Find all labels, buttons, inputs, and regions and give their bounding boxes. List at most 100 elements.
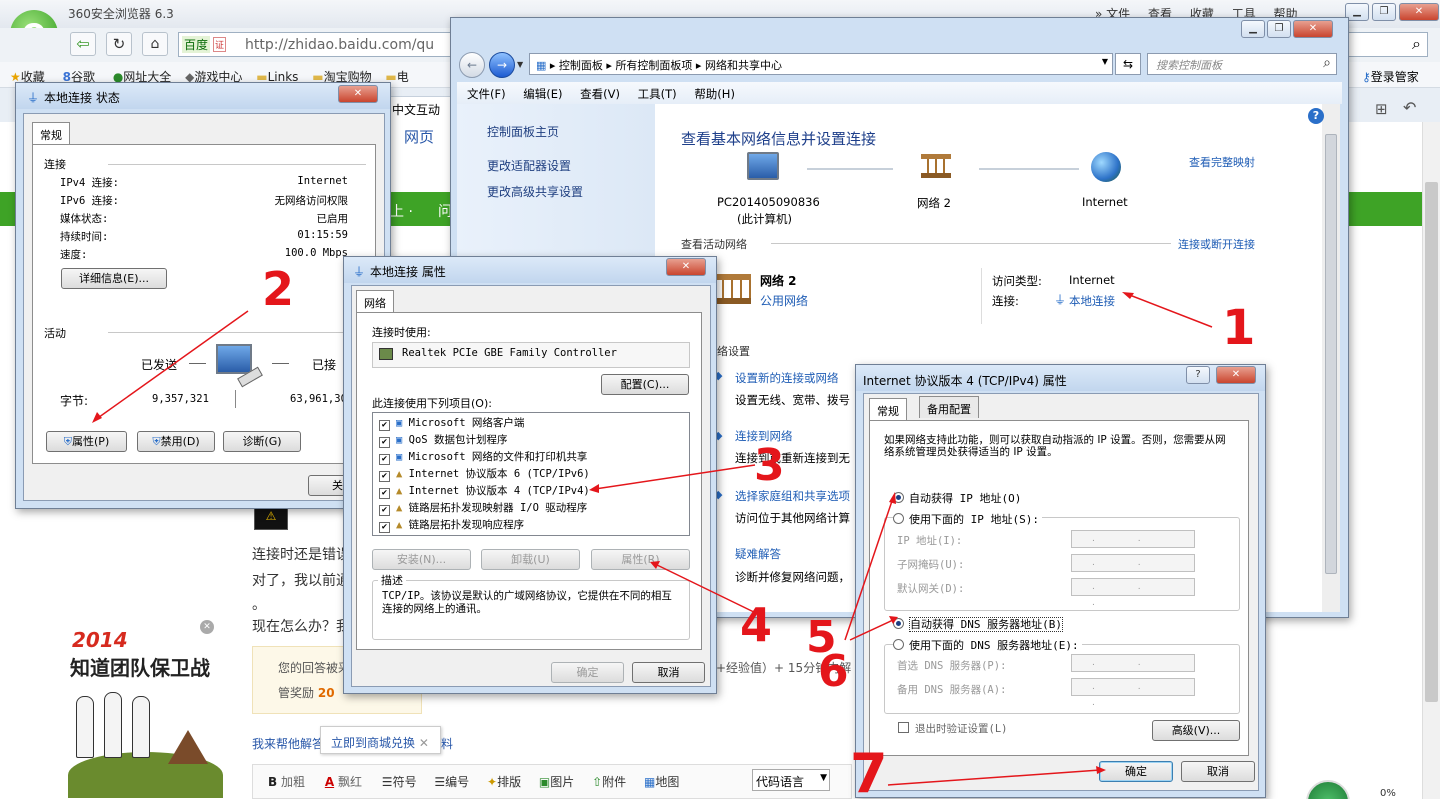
redeem-button[interactable]: 立即到商城兑换 ✕ — [320, 726, 441, 754]
help-icon[interactable]: ? — [1308, 108, 1324, 124]
refresh-icon[interactable]: ↻ — [106, 32, 132, 56]
protocol-item[interactable]: ✔ ▲ Internet 协议版本 6 (TCP/IPv6) — [379, 466, 679, 483]
attach-button[interactable]: 附件 — [602, 775, 626, 789]
login-manager[interactable]: ⚷登录管家 — [1362, 68, 1419, 85]
browser-close-button[interactable]: ✕ — [1399, 3, 1439, 21]
preferred-dns-field[interactable]: . . . — [1071, 654, 1195, 684]
checkbox-icon[interactable]: ✔ — [379, 454, 390, 465]
cp-scrollbar[interactable] — [1322, 104, 1340, 612]
cp-forward-button[interactable]: → — [489, 52, 515, 78]
layout-button[interactable]: 排版 — [497, 775, 521, 789]
map-button[interactable]: 地图 — [655, 775, 679, 789]
manual-dns-radio[interactable]: 使用下面的 DNS 服务器地址(E): — [893, 637, 1082, 653]
checkbox-icon[interactable]: ✔ — [379, 471, 390, 482]
redtext-button[interactable]: 飘红 — [338, 775, 362, 789]
home-icon[interactable]: ⌂ — [142, 32, 168, 56]
browser-search-box[interactable]: ⌕ — [1348, 32, 1428, 57]
cp-close-button[interactable]: ✕ — [1293, 20, 1333, 38]
status-close-button[interactable]: ✕ — [338, 85, 378, 103]
side-adapter[interactable]: 更改适配器设置 — [487, 157, 571, 174]
tab-general[interactable]: 常规 — [32, 122, 70, 144]
properties-button[interactable]: ⛨属性(P) — [46, 431, 127, 452]
speed-ball[interactable] — [1306, 780, 1350, 799]
page-search-tab[interactable]: 网页 — [404, 126, 434, 147]
cp-maximize-button[interactable]: ❐ — [1267, 20, 1291, 38]
alternate-dns-field[interactable]: . . . — [1071, 678, 1195, 708]
connect-disconnect-link[interactable]: 连接或断开连接 — [1178, 236, 1255, 252]
full-map-link[interactable]: 查看完整映射 — [1189, 154, 1255, 170]
task-link-3[interactable]: 选择家庭组和共享选项 — [735, 488, 850, 504]
protocol-item[interactable]: ✔ ▲ 链路层拓扑发现映射器 I/O 驱动程序 — [379, 500, 679, 517]
side-home[interactable]: 控制面板主页 — [487, 123, 559, 140]
checkbox-icon[interactable]: ✔ — [379, 420, 390, 431]
bullet-button[interactable]: 符号 — [393, 775, 417, 789]
back-button[interactable]: ⇦ — [70, 32, 96, 56]
nav-item-more[interactable]: 上 · — [390, 201, 413, 221]
cp-search-box[interactable]: 搜索控制面板 ⌕ — [1147, 53, 1337, 75]
crumb-all[interactable]: 所有控制面板项 — [615, 59, 692, 72]
cp-refresh-button[interactable]: ⇆ — [1115, 53, 1141, 75]
browser-tab[interactable]: 中文互动 — [388, 96, 453, 122]
protocol-item[interactable]: ✔ ▲ Internet 协议版本 4 (TCP/IPv4) — [379, 483, 679, 500]
checkbox-icon[interactable]: ✔ — [379, 437, 390, 448]
protocol-item[interactable]: ✔ ▣ Microsoft 网络的文件和打印机共享 — [379, 449, 679, 466]
local-connection-link[interactable]: 本地连接 — [1069, 293, 1115, 309]
ipv4-help-button[interactable]: ? — [1186, 366, 1210, 384]
search-icon[interactable]: ⌕ — [1323, 55, 1331, 71]
item-properties-button[interactable]: 属性(R) — [591, 549, 690, 570]
cp-address-bar[interactable]: ▦ ▸ 控制面板 ▸ 所有控制面板项 ▸ 网络和共享中心 ▼ — [529, 53, 1113, 75]
gateway-field[interactable]: . . . — [1071, 578, 1195, 608]
details-button[interactable]: 详细信息(E)... — [61, 268, 167, 289]
numbered-button[interactable]: 编号 — [445, 775, 469, 789]
install-button[interactable]: 安装(N)... — [372, 549, 471, 570]
protocol-item[interactable]: ✔ ▣ Microsoft 网络客户端 — [379, 415, 679, 432]
cp-minimize-button[interactable]: ▁ — [1241, 20, 1265, 38]
checkbox-icon[interactable]: ✔ — [379, 505, 390, 516]
tab-ipv4-general[interactable]: 常规 — [869, 398, 907, 420]
cp-menu-file[interactable]: 文件(F) — [467, 87, 506, 101]
help-link[interactable]: 我来帮他解答 — [252, 735, 324, 752]
cp-menu-edit[interactable]: 编辑(E) — [523, 87, 562, 101]
disable-button[interactable]: ⛨禁用(D) — [137, 431, 215, 452]
ipv4-cancel-button[interactable]: 取消 — [1181, 761, 1255, 782]
active-net-type[interactable]: 公用网络 — [760, 292, 808, 309]
new-tab-icon[interactable]: ⊞ — [1375, 100, 1388, 118]
ip-address-field[interactable]: . . . — [1071, 530, 1195, 560]
crumb-cp[interactable]: 控制面板 — [559, 59, 603, 72]
ipv4-close-button[interactable]: ✕ — [1216, 366, 1256, 384]
uninstall-button[interactable]: 卸载(U) — [481, 549, 580, 570]
cp-back-button[interactable]: ← — [459, 52, 485, 78]
bold-button[interactable]: 加粗 — [281, 775, 305, 789]
undo-icon[interactable]: ↶ — [1403, 98, 1416, 117]
address-dropdown-icon[interactable]: ▼ — [1102, 57, 1108, 66]
promo-close-icon[interactable]: ✕ — [200, 620, 214, 634]
tab-network[interactable]: 网络 — [356, 290, 394, 312]
props-ok-button[interactable]: 确定 — [551, 662, 624, 683]
cp-menu-help[interactable]: 帮助(H) — [694, 87, 735, 101]
code-lang-select[interactable]: 代码语言 ▼ — [752, 769, 830, 791]
auto-dns-radio[interactable]: 自动获得 DNS 服务器地址(B) — [893, 616, 1063, 632]
crumb-network[interactable]: 网络和共享中心 — [705, 59, 782, 72]
tab-ipv4-alternate[interactable]: 备用配置 — [919, 396, 979, 418]
cp-nav-dropdown[interactable]: ▼ — [517, 60, 523, 69]
cp-menu-tools[interactable]: 工具(T) — [638, 87, 677, 101]
props-cancel-button[interactable]: 取消 — [632, 662, 705, 683]
diagnose-button[interactable]: 诊断(G) — [223, 431, 301, 452]
configure-button[interactable]: 配置(C)... — [601, 374, 689, 395]
checkbox-icon[interactable]: ✔ — [379, 488, 390, 499]
ipv4-ok-button[interactable]: 确定 — [1099, 761, 1173, 782]
scrollbar-thumb[interactable] — [1425, 182, 1438, 702]
search-icon[interactable]: ⌕ — [1412, 34, 1421, 54]
advanced-button[interactable]: 高级(V)... — [1152, 720, 1240, 741]
auto-ip-radio[interactable]: 自动获得 IP 地址(O) — [893, 490, 1021, 506]
checkbox-icon[interactable]: ✔ — [379, 522, 390, 533]
scrollbar-thumb[interactable] — [1325, 134, 1337, 574]
task-link-1[interactable]: 设置新的连接或网络 — [735, 370, 839, 386]
close-icon[interactable]: ✕ — [419, 736, 429, 750]
protocol-item[interactable]: ✔ ▲ 链路层拓扑发现响应程序 — [379, 517, 679, 534]
page-scrollbar[interactable] — [1422, 122, 1440, 799]
manual-ip-radio[interactable]: 使用下面的 IP 地址(S): — [893, 511, 1042, 527]
image-button[interactable]: 图片 — [550, 775, 574, 789]
protocol-item[interactable]: ✔ ▣ QoS 数据包计划程序 — [379, 432, 679, 449]
subnet-field[interactable]: . . . — [1071, 554, 1195, 584]
